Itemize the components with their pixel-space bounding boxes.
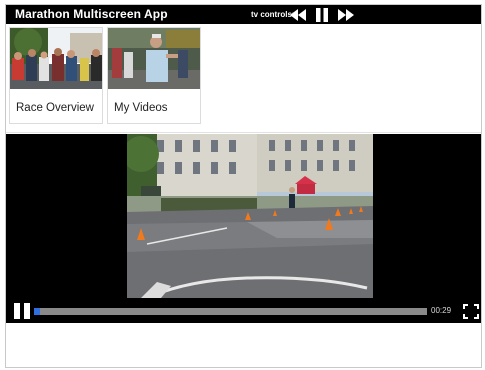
pause-icon <box>316 7 328 22</box>
play-pause-button[interactable] <box>14 303 32 319</box>
video-card-label: My Videos <box>114 102 168 114</box>
video-card-race-overview[interactable]: Race Overview <box>9 27 103 124</box>
video-frame[interactable] <box>127 134 373 298</box>
pause-icon <box>24 303 30 319</box>
content-area <box>6 323 481 367</box>
rewind-icon <box>290 8 306 21</box>
tv-pause-button[interactable] <box>313 7 331 22</box>
player-controls: 00:29 <box>6 298 481 323</box>
progress-bar[interactable] <box>34 308 427 315</box>
progress-bar-fill <box>34 308 40 315</box>
tv-fast-forward-button[interactable] <box>337 7 355 22</box>
video-player: 00:29 <box>6 134 481 323</box>
app-title: Marathon Multiscreen App <box>15 7 168 21</box>
time-display: 00:29 <box>431 306 452 315</box>
fullscreen-button[interactable] <box>463 304 479 319</box>
video-thumbnail-row: Race Overview My Videos <box>6 24 481 133</box>
app-window: Marathon Multiscreen App tv controls: Ra… <box>5 4 482 368</box>
video-card-my-videos[interactable]: My Videos <box>107 27 201 124</box>
header-bar: Marathon Multiscreen App tv controls: <box>6 5 481 24</box>
tv-rewind-button[interactable] <box>289 7 307 22</box>
race-overview-thumbnail <box>10 28 102 89</box>
fast-forward-icon <box>338 8 354 21</box>
fullscreen-icon <box>463 304 479 319</box>
my-videos-thumbnail <box>108 28 200 89</box>
pause-icon <box>14 303 20 319</box>
video-card-label: Race Overview <box>16 102 94 114</box>
